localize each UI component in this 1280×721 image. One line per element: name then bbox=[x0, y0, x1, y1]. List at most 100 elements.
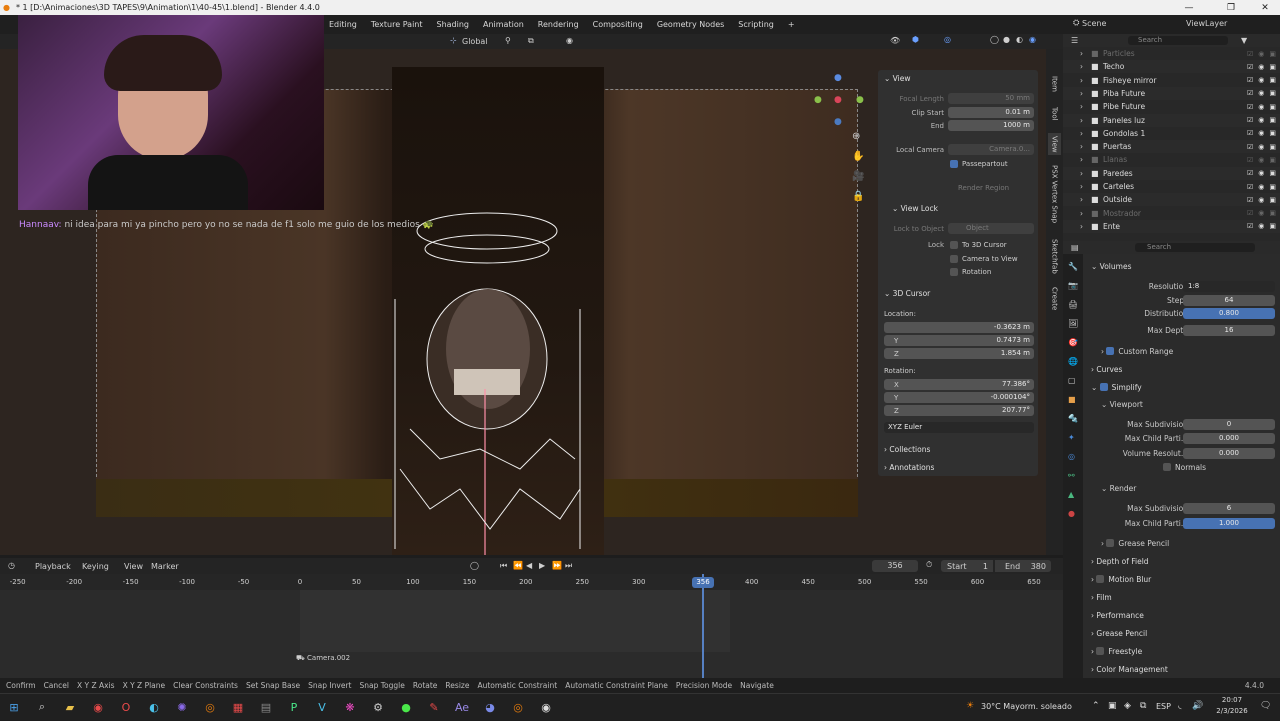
checkbox-icon[interactable]: ☑ bbox=[1247, 116, 1253, 124]
chevron-right-icon[interactable]: › bbox=[1080, 169, 1083, 178]
jump-start-icon[interactable]: ⏮ bbox=[500, 561, 507, 571]
opera-icon[interactable]: O bbox=[112, 694, 140, 721]
chevron-right-icon[interactable]: › bbox=[1080, 89, 1083, 98]
outliner-row[interactable]: › ■ Fisheye mirror ☑ ◉ ▣ bbox=[1063, 74, 1280, 87]
clip-start-field[interactable]: 0.01 m bbox=[948, 107, 1034, 118]
lock-icon[interactable]: 🔒 bbox=[852, 191, 864, 202]
tray-chevron-icon[interactable]: ⌃ bbox=[1092, 701, 1100, 711]
end-frame-field[interactable]: End 380 bbox=[995, 560, 1051, 572]
motion-blur-section[interactable]: › Motion Blur bbox=[1083, 572, 1280, 586]
cursor-loc-x-field[interactable]: -0.3623 m bbox=[884, 322, 1034, 333]
view-section-header[interactable]: ⌄ View bbox=[878, 72, 1038, 85]
grease-pencil-checkbox[interactable] bbox=[1106, 539, 1115, 547]
camera-icon[interactable]: ▣ bbox=[1269, 89, 1276, 97]
eye-icon[interactable]: ◉ bbox=[1258, 116, 1264, 124]
notifications-icon[interactable]: 🗨 bbox=[1260, 701, 1271, 711]
app2-icon[interactable]: ❋ bbox=[336, 694, 364, 721]
outliner-search[interactable]: Search bbox=[1128, 36, 1228, 45]
checkbox-icon[interactable]: ☑ bbox=[1247, 183, 1253, 191]
app3-icon[interactable]: ⚙ bbox=[364, 694, 392, 721]
chevron-right-icon[interactable]: › bbox=[1080, 155, 1083, 164]
outliner-row[interactable]: › ■ Paredes ☑ ◉ ▣ bbox=[1063, 166, 1280, 180]
gizmo-z-icon[interactable]: ● bbox=[834, 73, 842, 83]
tool-tab-icon[interactable]: 🔧 bbox=[1068, 262, 1078, 271]
camera-icon[interactable]: ▣ bbox=[1269, 196, 1276, 204]
cursor-section-header[interactable]: ⌄ 3D Cursor bbox=[878, 287, 1038, 300]
outliner-row[interactable]: › ■ Piba Future ☑ ◉ ▣ bbox=[1063, 86, 1280, 100]
frame-ruler[interactable]: -250 -200 -150 -100 -50 0 50 100 150 200 250 300 400… bbox=[0, 574, 1063, 590]
scene-tab-icon[interactable]: 🎯 bbox=[1068, 338, 1078, 347]
chevron-right-icon[interactable]: › bbox=[1080, 222, 1083, 231]
search-icon[interactable]: ⌕ bbox=[28, 694, 56, 721]
play-icon[interactable]: ▶ bbox=[539, 561, 545, 570]
gizmo-icon[interactable]: ⬢ bbox=[912, 35, 919, 44]
checkbox-icon[interactable]: ☑ bbox=[1247, 50, 1253, 58]
checkbox-icon[interactable]: ☑ bbox=[1247, 103, 1253, 111]
eye-icon[interactable]: ◉ bbox=[1258, 156, 1264, 164]
prev-key-icon[interactable]: ⏪ bbox=[513, 561, 523, 570]
tab-texture-paint[interactable]: Texture Paint bbox=[364, 20, 430, 29]
camera-icon[interactable]: ▣ bbox=[1269, 76, 1276, 84]
cursor-rot-y-field[interactable]: -0.000104° bbox=[884, 392, 1034, 403]
maximize-icon[interactable]: ❐ bbox=[1218, 0, 1244, 15]
tab-shading[interactable]: Shading bbox=[430, 20, 477, 29]
timeline[interactable]: -250 -200 -150 -100 -50 0 50 100 150 200 250 300 400… bbox=[0, 574, 1063, 678]
edge-icon[interactable]: ◐ bbox=[140, 694, 168, 721]
next-key-icon[interactable]: ⏩ bbox=[552, 561, 562, 570]
checkbox-icon[interactable]: ☑ bbox=[1247, 76, 1253, 84]
chevron-right-icon[interactable]: › bbox=[1080, 209, 1083, 218]
camera-icon[interactable]: ▣ bbox=[1269, 156, 1276, 164]
play-reverse-icon[interactable]: ◀ bbox=[526, 561, 532, 570]
camera-icon[interactable]: ▣ bbox=[1269, 103, 1276, 111]
simplify-section[interactable]: ⌄ Simplify bbox=[1083, 380, 1280, 394]
chevron-right-icon[interactable]: › bbox=[1080, 62, 1083, 71]
view-lock-header[interactable]: ⌄ View Lock bbox=[878, 202, 1038, 215]
keying-menu[interactable]: Keying bbox=[82, 562, 109, 571]
filter-icon[interactable]: ▼ bbox=[1241, 36, 1247, 45]
clip-end-field[interactable]: 1000 m bbox=[948, 120, 1034, 131]
eye-icon[interactable]: ◉ bbox=[1258, 103, 1264, 111]
start-menu-icon[interactable]: ⊞ bbox=[0, 694, 28, 721]
viewport-subsection[interactable]: ⌄ Viewport bbox=[1083, 397, 1280, 411]
outliner-row[interactable]: › ■ Carteles ☑ ◉ ▣ bbox=[1063, 180, 1280, 193]
outliner-row[interactable]: › ■ Outside ☑ ◉ ▣ bbox=[1063, 193, 1280, 207]
particles-tab-icon[interactable]: ✦ bbox=[1068, 433, 1075, 442]
pivot-icon[interactable]: ⚲ bbox=[505, 36, 511, 45]
volumes-section[interactable]: ⌄ Volumes bbox=[1083, 259, 1280, 273]
grease-pencil-section[interactable]: › Grease Pencil bbox=[1083, 626, 1280, 640]
cursor-loc-z-field[interactable]: 1.854 m bbox=[884, 348, 1034, 359]
file-explorer-icon[interactable]: ▰ bbox=[56, 694, 84, 721]
playhead-frame-label[interactable]: 356 bbox=[692, 577, 714, 588]
annotations-section-header[interactable]: › Annotations bbox=[878, 461, 1038, 474]
camera-icon[interactable]: ▣ bbox=[1269, 129, 1276, 137]
collections-section-header[interactable]: › Collections bbox=[878, 443, 1038, 456]
physics-tab-icon[interactable]: ◎ bbox=[1068, 452, 1075, 461]
tab-animation[interactable]: Animation bbox=[476, 20, 531, 29]
camera-icon[interactable]: ▣ bbox=[1269, 143, 1276, 151]
gizmo-neg-z-icon[interactable]: ● bbox=[834, 117, 842, 127]
overlays-icon[interactable]: ◎ bbox=[944, 35, 951, 44]
add-workspace-button[interactable]: + bbox=[781, 20, 802, 29]
chevron-right-icon[interactable]: › bbox=[1080, 76, 1083, 85]
camera-marker[interactable]: ⛟ Camera.002 bbox=[296, 654, 350, 663]
collection-tab-icon[interactable]: ▢ bbox=[1068, 376, 1076, 385]
checkbox-icon[interactable]: ☑ bbox=[1247, 169, 1253, 177]
tab-item[interactable]: Item bbox=[1048, 71, 1061, 97]
eye-icon[interactable]: ◉ bbox=[1258, 183, 1264, 191]
view-layer-tab-icon[interactable]: 🖼 bbox=[1068, 319, 1078, 328]
app-icon[interactable]: ✺ bbox=[168, 694, 196, 721]
vectorworks-icon[interactable]: V bbox=[308, 694, 336, 721]
eye-icon[interactable]: ◉ bbox=[1258, 196, 1264, 204]
checkbox-icon[interactable]: ☑ bbox=[1247, 196, 1253, 204]
motion-blur-checkbox[interactable] bbox=[1096, 575, 1105, 583]
snap-icon[interactable]: ⧉ bbox=[528, 36, 534, 46]
clock-icon[interactable]: ⏱ bbox=[926, 560, 932, 570]
eye-icon[interactable]: ◉ bbox=[1258, 63, 1264, 71]
lock-camera-checkbox[interactable] bbox=[950, 254, 958, 263]
chevron-right-icon[interactable]: › bbox=[1080, 129, 1083, 138]
chevron-right-icon[interactable]: › bbox=[1080, 102, 1083, 111]
outliner-row[interactable]: › ■ Gondolas 1 ☑ ◉ ▣ bbox=[1063, 127, 1280, 140]
focal-length-field[interactable]: 50 mm bbox=[948, 93, 1034, 104]
proportional-edit-icon[interactable]: ◉ bbox=[566, 36, 573, 45]
max-subdiv-r-field[interactable]: 6 bbox=[1183, 502, 1275, 514]
